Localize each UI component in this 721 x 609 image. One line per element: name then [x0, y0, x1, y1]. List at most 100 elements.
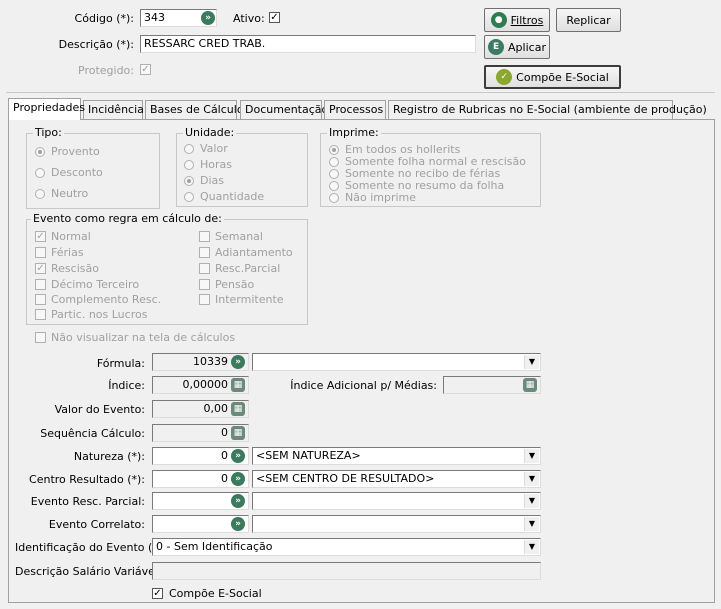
evento-resc-lookup-icon[interactable]: »: [231, 494, 245, 508]
imprime-nao-label: Não imprime: [345, 191, 417, 204]
natureza-label: Natureza (*):: [73, 450, 145, 463]
tab-bases-calculo[interactable]: Bases de Cálculo: [145, 100, 244, 119]
evento-regra-title: Evento como regra em cálculo de:: [31, 212, 224, 225]
evento-complemento-checkbox: [35, 294, 46, 305]
evento-lucros-label: Partic. nos Lucros: [51, 308, 148, 321]
centro-lookup-icon[interactable]: »: [231, 472, 245, 486]
descricao-input[interactable]: RESSARC CRED TRAB.: [140, 35, 476, 53]
unidade-valor-label: Valor: [200, 142, 228, 155]
evento-resc-label: Evento Resc. Parcial:: [30, 495, 145, 508]
evento-ferias-label: Férias: [51, 246, 84, 259]
ativo-checkbox[interactable]: ✓: [269, 12, 280, 23]
unidade-valor-radio: [184, 144, 194, 154]
evento-decimo-checkbox: [35, 279, 46, 290]
unidade-horas-label: Horas: [200, 158, 232, 171]
calculator-icon[interactable]: ▦: [523, 378, 537, 392]
natureza-combo[interactable]: <SEM NATUREZA> ▼: [252, 447, 541, 465]
tab-registro-rubricas[interactable]: Registro de Rubricas no E-Social (ambien…: [388, 100, 707, 119]
chevron-down-icon[interactable]: ▼: [524, 540, 539, 554]
tipo-neutro-radio: [35, 189, 45, 199]
unidade-title: Unidade:: [183, 126, 237, 139]
evento-pensao-label: Pensão: [215, 278, 255, 291]
imprime-resumo-radio: [329, 181, 339, 191]
evento-correlato-label: Evento Correlato:: [48, 518, 145, 531]
evento-semanal-checkbox: [199, 231, 210, 242]
compoe-esocial-checkbox[interactable]: ✓: [152, 588, 163, 599]
evento-decimo-label: Décimo Terceiro: [51, 278, 140, 291]
formula-lookup-icon[interactable]: »: [231, 355, 245, 369]
search-lookup-icon[interactable]: »: [201, 11, 215, 25]
evento-lucros-checkbox: [35, 309, 46, 320]
aplicar-button[interactable]: E Aplicar: [484, 35, 550, 59]
check-badge-icon: ✓: [496, 69, 513, 85]
nao-visualizar-checkbox: [35, 332, 46, 343]
tipo-title: Tipo:: [33, 126, 64, 139]
imprime-title: Imprime:: [327, 126, 381, 139]
calculator-icon[interactable]: ▦: [231, 402, 245, 416]
identificacao-combo[interactable]: 0 - Sem Identificação ▼: [152, 538, 541, 556]
tipo-provento-radio: [35, 147, 45, 157]
unidade-quantidade-label: Quantidade: [200, 190, 265, 203]
descricao-salario-label: Descrição Salário Variável:: [15, 565, 162, 578]
unidade-horas-radio: [184, 160, 194, 170]
imprime-normal-rescisao-radio: [329, 157, 339, 167]
formula-combo[interactable]: ▼: [252, 353, 541, 371]
codigo-label: Código (*):: [74, 12, 134, 25]
evento-adiantamento-label: Adiantamento: [215, 246, 293, 259]
protegido-label: Protegido:: [78, 64, 134, 77]
indice-label: Índice:: [108, 379, 145, 392]
chevron-down-icon[interactable]: ▼: [524, 355, 539, 369]
chevron-down-icon[interactable]: ▼: [524, 472, 539, 486]
evento-intermitente-label: Intermitente: [215, 293, 284, 306]
evento-correlato-lookup-icon[interactable]: »: [231, 517, 245, 531]
evento-rescisao-checkbox: ✓: [35, 263, 46, 274]
chevron-down-icon[interactable]: ▼: [524, 517, 539, 531]
calculator-icon[interactable]: ▦: [231, 378, 245, 392]
descricao-salario-input[interactable]: [152, 562, 541, 580]
replicar-button[interactable]: Replicar: [556, 8, 621, 32]
formula-label: Fórmula:: [96, 357, 145, 370]
evento-resc-combo[interactable]: ▼: [252, 492, 541, 510]
evento-rescisao-label: Rescisão: [51, 262, 99, 275]
filter-icon: ●: [490, 12, 507, 28]
chevron-down-icon[interactable]: ▼: [524, 494, 539, 508]
evento-pensao-checkbox: [199, 279, 210, 290]
evento-ferias-checkbox: [35, 247, 46, 258]
header-divider: [6, 92, 715, 93]
tab-processos[interactable]: Processos: [324, 100, 386, 119]
chevron-down-icon[interactable]: ▼: [524, 449, 539, 463]
compoe-esocial-label: Compõe E-Social: [169, 587, 262, 600]
compoe-esocial-button[interactable]: ✓ Compõe E-Social: [484, 65, 621, 89]
tab-incidencia[interactable]: Incidência: [83, 100, 144, 119]
tipo-neutro-label: Neutro: [51, 187, 89, 200]
calculator-icon[interactable]: ▦: [231, 426, 245, 440]
centro-label: Centro Resultado (*):: [29, 473, 145, 486]
unidade-quantidade-radio: [184, 192, 194, 202]
tipo-desconto-label: Desconto: [51, 166, 103, 179]
tab-propriedades[interactable]: Propriedades: [8, 98, 85, 120]
evento-intermitente-checkbox: [199, 294, 210, 305]
evento-adiantamento-checkbox: [199, 247, 210, 258]
tab-documentacao[interactable]: Documentação: [240, 100, 328, 119]
indice-adicional-label: Índice Adicional p/ Médias:: [290, 379, 437, 392]
evento-semanal-label: Semanal: [215, 230, 263, 243]
tipo-provento-label: Provento: [51, 145, 100, 158]
sequencia-label: Sequência Cálculo:: [40, 427, 145, 440]
imprime-todos-radio: [329, 145, 339, 155]
descricao-label: Descrição (*):: [58, 38, 134, 51]
evento-complemento-label: Complemento Resc.: [51, 293, 162, 306]
filtros-button[interactable]: ● Filtros: [484, 8, 550, 32]
protegido-checkbox: ✓: [140, 64, 151, 75]
tipo-desconto-radio: [35, 168, 45, 178]
apply-icon: E: [488, 39, 505, 55]
natureza-lookup-icon[interactable]: »: [231, 449, 245, 463]
centro-combo[interactable]: <SEM CENTRO DE RESULTADO> ▼: [252, 470, 541, 488]
nao-visualizar-label: Não visualizar na tela de cálculos: [51, 331, 236, 344]
imprime-nao-radio: [329, 193, 339, 203]
evento-correlato-combo[interactable]: ▼: [252, 515, 541, 533]
unidade-dias-label: Dias: [200, 174, 224, 187]
evento-resc-parcial-label: Resc.Parcial: [215, 262, 281, 275]
evento-normal-label: Normal: [51, 230, 91, 243]
identificacao-label: Identificação do Evento (*):: [15, 541, 166, 554]
unidade-dias-radio: [184, 176, 194, 186]
